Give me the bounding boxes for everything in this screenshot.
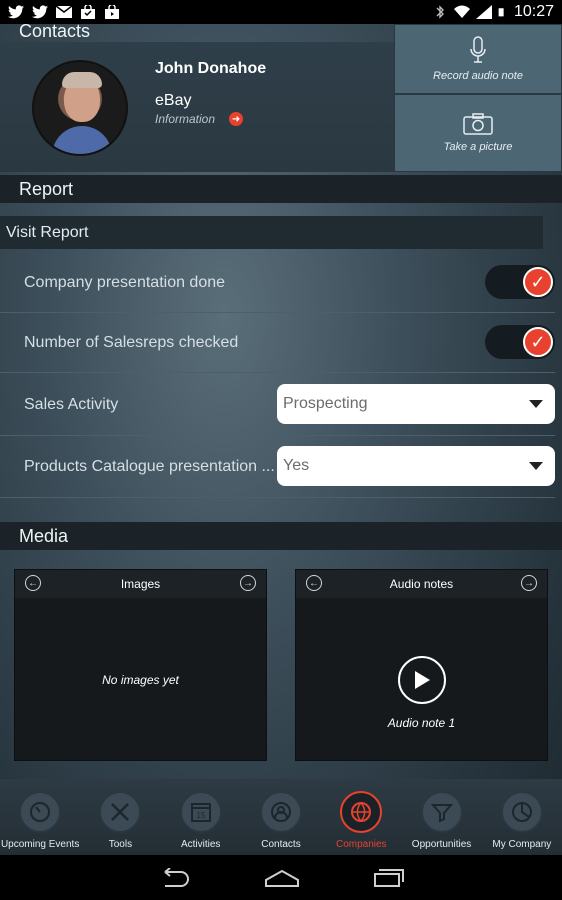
shopping-bag-icon	[105, 5, 119, 19]
media-header: Media	[0, 522, 562, 550]
arrow-left-icon[interactable]: ←	[306, 575, 322, 591]
nav-contacts[interactable]: Contacts	[241, 779, 321, 855]
information-link[interactable]: Information ➜	[155, 112, 244, 126]
system-nav-bar	[0, 855, 562, 900]
audio-notes-panel: ← Audio notes → Audio note 1	[295, 569, 548, 761]
check-icon: ✓	[523, 267, 553, 297]
contact-name: John Donahoe	[155, 60, 267, 77]
row-label: Company presentation done	[24, 273, 226, 291]
report-row-salesreps: Number of Salesreps checked ✓	[0, 313, 555, 373]
nav-label: Companies	[335, 839, 387, 850]
record-audio-label: Record audio note	[433, 70, 523, 82]
take-picture-button[interactable]: Take a picture	[394, 94, 562, 172]
salesreps-toggle[interactable]: ✓	[485, 325, 555, 359]
arrow-right-icon[interactable]: →	[521, 575, 537, 591]
information-label: Information	[155, 112, 216, 126]
gmail-icon	[56, 5, 72, 18]
check-icon: ✓	[523, 327, 553, 357]
bottom-navigation: Upcoming Events Tools 15 Activities Cont…	[0, 779, 562, 855]
select-value: Yes	[283, 457, 310, 474]
record-audio-button[interactable]: Record audio note	[394, 24, 562, 94]
images-panel-header: ← Images →	[15, 570, 266, 598]
camera-icon	[463, 113, 493, 135]
audio-body: Audio note 1	[296, 598, 547, 762]
nav-opportunities[interactable]: Opportunities	[401, 779, 481, 855]
nav-companies[interactable]: Companies	[321, 779, 401, 855]
report-row-company-presentation: Company presentation done ✓	[0, 253, 555, 313]
arrow-left-icon[interactable]: ←	[25, 575, 41, 591]
dropdown-caret-icon	[529, 400, 543, 408]
calendar-icon: 15	[179, 791, 222, 833]
nav-upcoming-events[interactable]: Upcoming Events	[0, 779, 80, 855]
row-label: Sales Activity	[24, 395, 119, 413]
signal-icon	[475, 5, 492, 19]
images-empty-text: No images yet	[102, 673, 179, 687]
avatar	[32, 60, 128, 156]
images-title: Images	[120, 577, 161, 591]
nav-label: Tools	[108, 839, 133, 850]
pie-chart-icon	[500, 791, 543, 833]
shopping-bag-icon	[81, 5, 95, 19]
nav-tools[interactable]: Tools	[80, 779, 160, 855]
audio-note-label: Audio note 1	[387, 716, 456, 730]
globe-icon	[340, 791, 383, 833]
play-button[interactable]	[398, 656, 446, 704]
report-header: Report	[0, 175, 562, 203]
nav-label: Activities	[180, 839, 221, 850]
audio-panel-header: ← Audio notes →	[296, 570, 547, 598]
wifi-icon	[453, 5, 470, 18]
funnel-icon	[420, 791, 463, 833]
bluetooth-icon	[436, 5, 444, 19]
audio-title: Audio notes	[389, 577, 454, 591]
nav-activities[interactable]: 15 Activities	[161, 779, 241, 855]
report-row-catalogue: Products Catalogue presentation ... Yes	[0, 436, 555, 498]
nav-my-company[interactable]: My Company	[482, 779, 562, 855]
catalogue-presentation-select[interactable]: Yes	[277, 446, 555, 486]
row-label: Products Catalogue presentation ...	[24, 457, 275, 475]
contact-company: eBay	[155, 92, 192, 109]
images-body: No images yet	[15, 598, 266, 762]
company-presentation-toggle[interactable]: ✓	[485, 265, 555, 299]
clock-icon	[19, 791, 62, 833]
twitter-icon	[32, 5, 48, 19]
person-icon	[259, 791, 302, 833]
microphone-icon	[470, 36, 486, 63]
battery-icon	[498, 8, 504, 17]
calendar-day: 15	[196, 811, 205, 820]
images-panel: ← Images → No images yet	[14, 569, 267, 761]
nav-label: Upcoming Events	[0, 839, 80, 850]
arrow-right-icon[interactable]: →	[240, 575, 256, 591]
dropdown-caret-icon	[529, 462, 543, 470]
nav-label: Contacts	[261, 839, 301, 850]
nav-label: My Company	[492, 839, 552, 850]
arrow-right-icon[interactable]: ➜	[229, 112, 244, 126]
clock: 10:27	[513, 3, 554, 20]
sales-activity-select[interactable]: Prospecting	[277, 384, 555, 424]
report-row-sales-activity: Sales Activity Prospecting	[0, 374, 555, 436]
select-value: Prospecting	[283, 395, 368, 412]
tools-icon	[99, 791, 142, 833]
home-icon[interactable]	[264, 868, 300, 888]
recent-apps-icon[interactable]	[373, 868, 405, 888]
row-label: Number of Salesreps checked	[24, 333, 239, 351]
back-icon[interactable]	[157, 867, 191, 888]
nav-label: Opportunities	[411, 839, 472, 850]
visit-report-header: Visit Report	[0, 216, 543, 249]
play-icon	[415, 671, 430, 689]
twitter-icon	[8, 5, 24, 19]
take-picture-label: Take a picture	[443, 141, 513, 153]
